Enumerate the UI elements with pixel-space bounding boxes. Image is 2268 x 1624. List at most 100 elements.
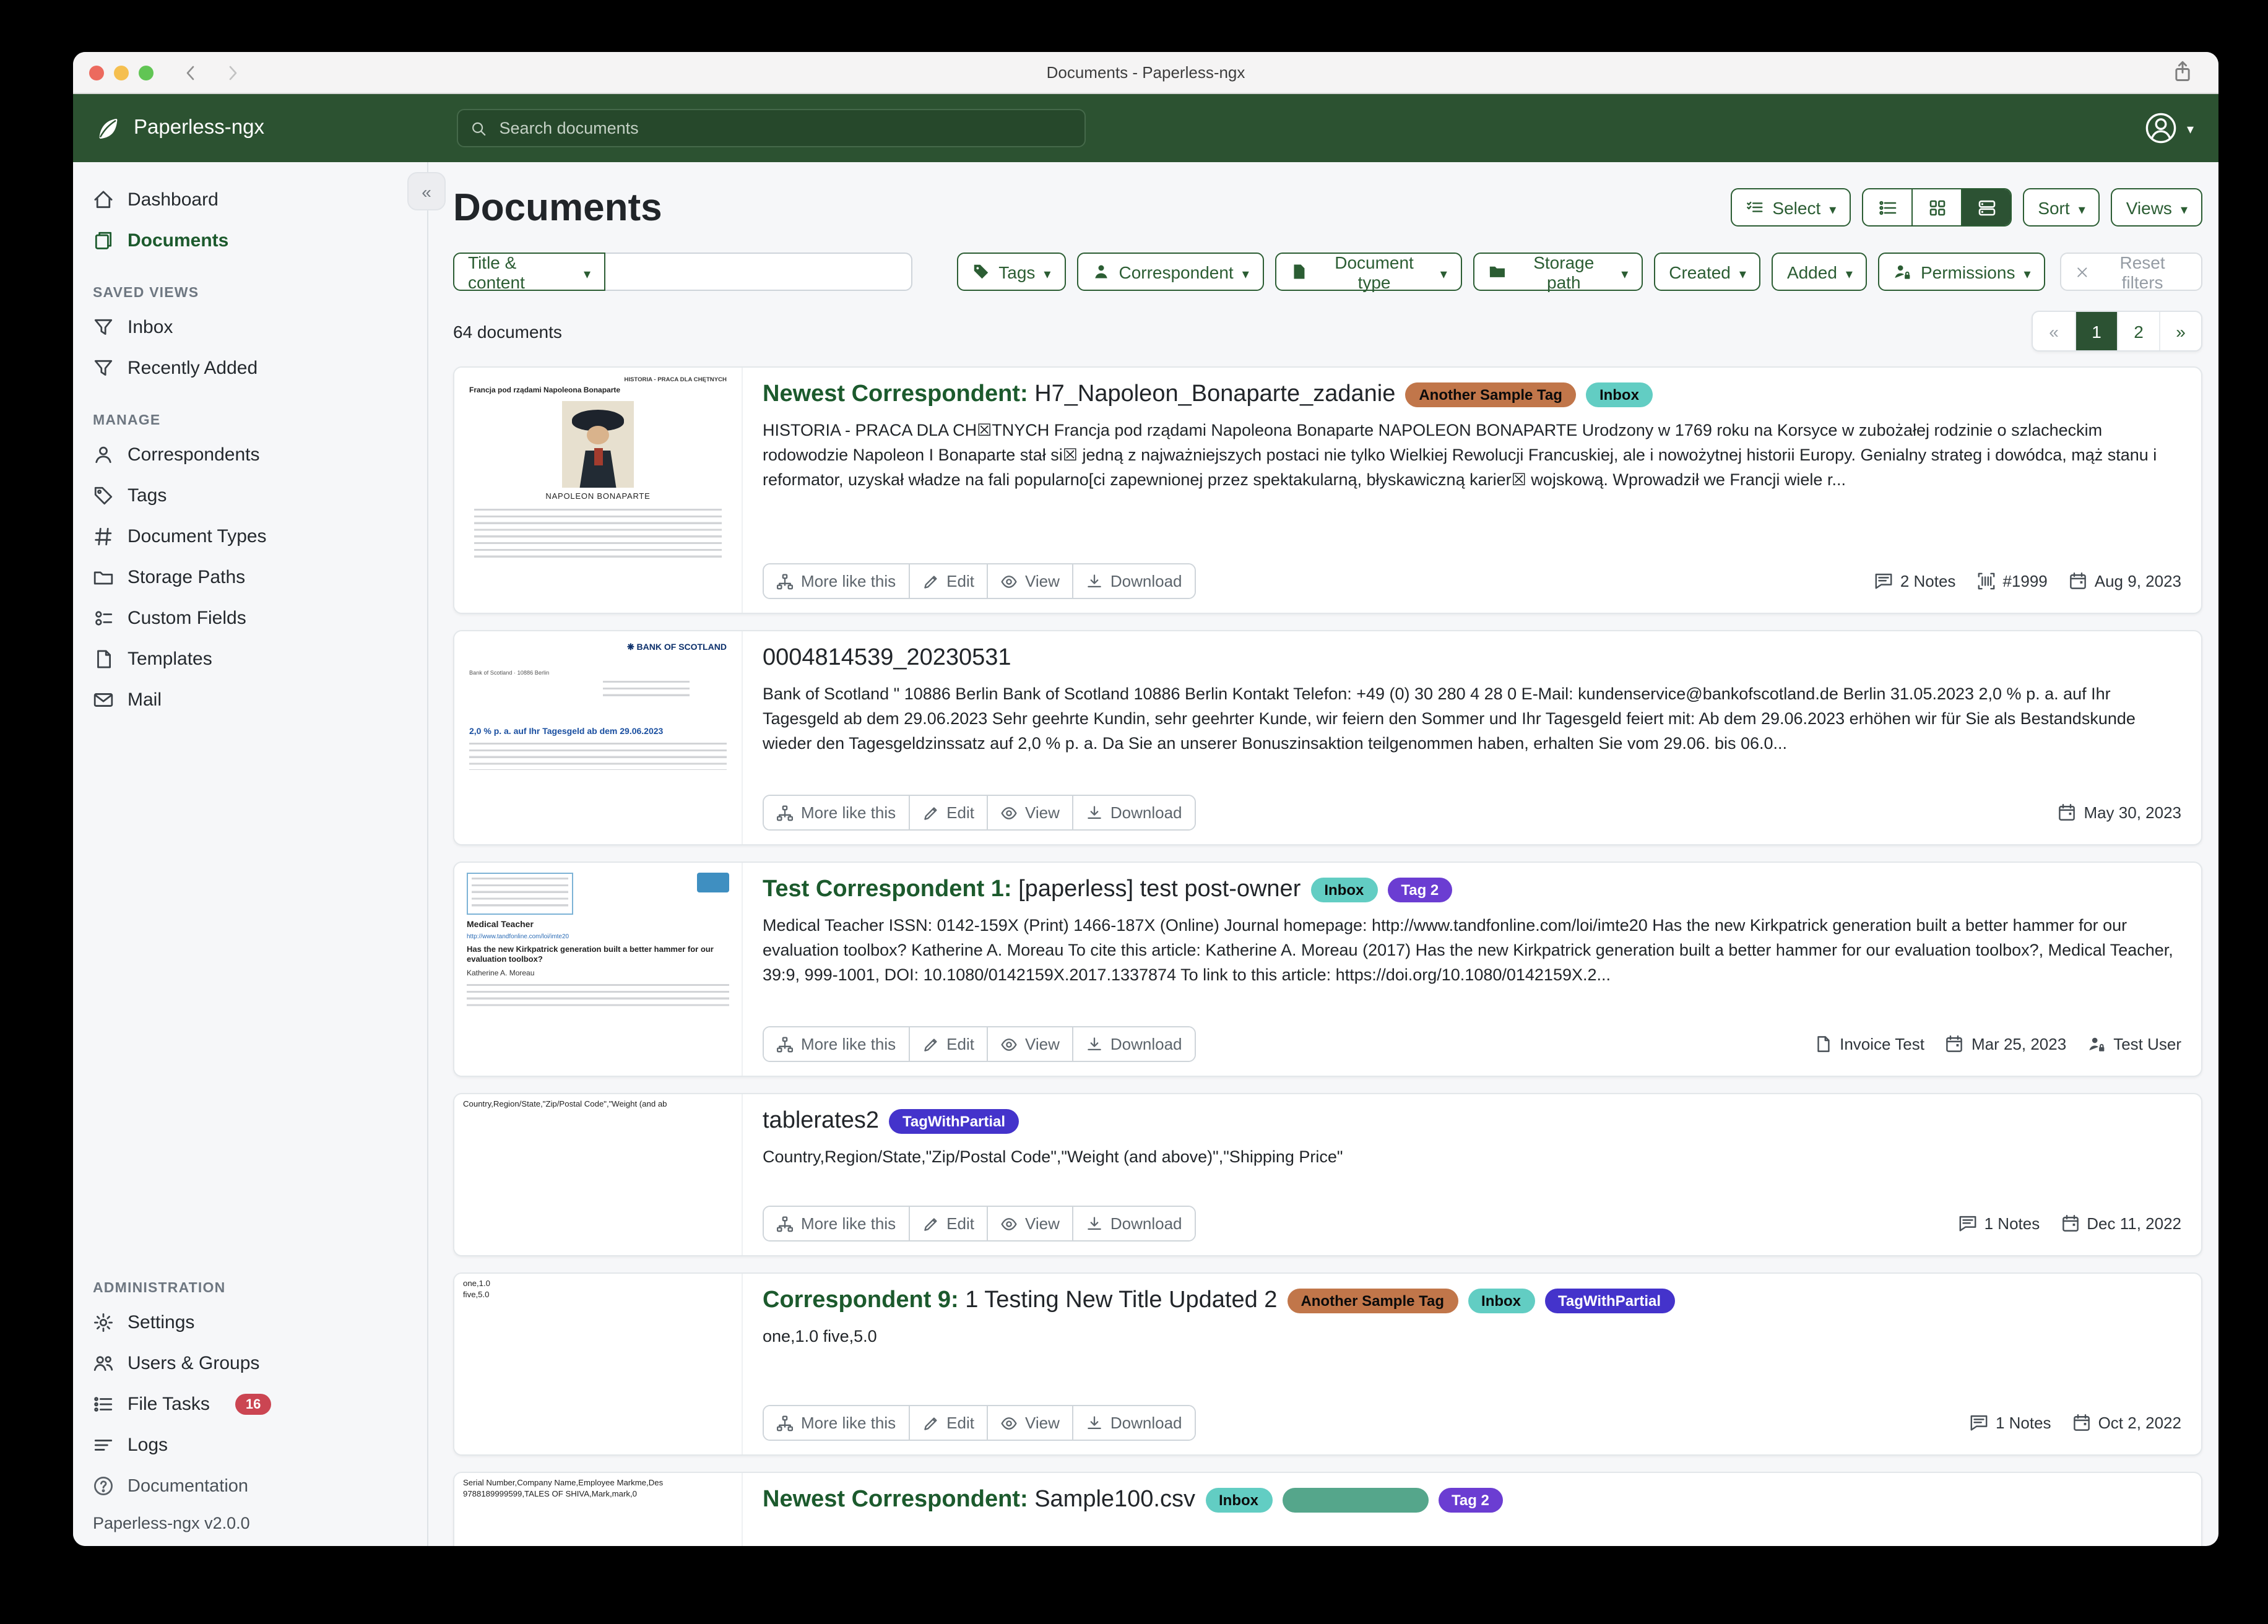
sidebar-item-custom-fields[interactable]: Custom Fields <box>73 598 427 639</box>
sidebar-item-templates[interactable]: Templates <box>73 639 427 680</box>
document-thumbnail[interactable]: ❋ BANK OF SCOTLAND Bank of Scotland · 10… <box>454 631 743 844</box>
sidebar-item-storage-paths[interactable]: Storage Paths <box>73 557 427 598</box>
chevron-down-icon <box>2187 117 2194 139</box>
filter-correspondent-button[interactable]: Correspondent <box>1076 253 1263 291</box>
document-thumbnail[interactable]: Medical Teacher http://www.tandfonline.c… <box>454 863 743 1076</box>
tag-pill[interactable]: TagWithPartial <box>889 1109 1019 1134</box>
page-1-button[interactable]: 1 <box>2075 312 2117 350</box>
notes-indicator[interactable]: 1 Notes <box>1970 1414 2051 1432</box>
sidebar-item-documents[interactable]: Documents <box>73 220 427 261</box>
download-button[interactable]: Download <box>1072 1406 1195 1440</box>
tag-pill[interactable]: Another Sample Tag <box>1287 1289 1458 1313</box>
filter-created-button[interactable]: Created <box>1654 253 1761 291</box>
document-thumbnail[interactable]: Country,Region/State,"Zip/Postal Code","… <box>454 1094 743 1255</box>
user-menu[interactable] <box>2145 111 2194 145</box>
date-indicator: Oct 2, 2022 <box>2072 1414 2181 1432</box>
diagram-icon <box>776 1414 794 1432</box>
filter-search-input[interactable] <box>605 253 912 291</box>
sidebar-item-file-tasks[interactable]: File Tasks 16 <box>73 1384 427 1425</box>
filter-added-button[interactable]: Added <box>1772 253 1868 291</box>
document-preview: Country,Region/State,"Zip/Postal Code","… <box>763 1145 2181 1170</box>
sidebar-item-document-types[interactable]: Document Types <box>73 516 427 557</box>
document-title-link[interactable]: Newest Correspondent: H7_Napoleon_Bonapa… <box>763 380 1395 410</box>
sidebar-item-correspondents[interactable]: Correspondents <box>73 434 427 475</box>
download-button[interactable]: Download <box>1072 564 1195 598</box>
global-search-input[interactable] <box>497 118 1072 139</box>
filter-permissions-button[interactable]: Permissions <box>1879 253 2046 291</box>
sidebar-item-settings[interactable]: Settings <box>73 1302 427 1343</box>
sidebar-item-recently-added[interactable]: Recently Added <box>73 348 427 389</box>
detail-view-button[interactable] <box>1961 189 2010 225</box>
edit-button[interactable]: Edit <box>908 564 987 598</box>
brand[interactable]: Paperless-ngx <box>73 114 428 142</box>
page-next-button[interactable]: » <box>2159 312 2201 350</box>
page-2-button[interactable]: 2 <box>2117 312 2159 350</box>
edit-button[interactable]: Edit <box>908 796 987 829</box>
sidebar-collapse-button[interactable]: « <box>407 172 446 210</box>
document-card: ❋ BANK OF SCOTLAND Bank of Scotland · 10… <box>453 630 2202 845</box>
document-title-link[interactable]: tablerates2 <box>763 1107 879 1136</box>
download-button[interactable]: Download <box>1072 1027 1195 1061</box>
notes-indicator[interactable]: 2 Notes <box>1874 572 1956 590</box>
filter-field-select[interactable]: Title & content <box>453 253 605 291</box>
more-like-this-button[interactable]: More like this <box>764 1027 908 1061</box>
filter-tags-button[interactable]: Tags <box>956 253 1065 291</box>
sidebar-item-documentation[interactable]: Documentation <box>73 1466 427 1506</box>
document-title-link[interactable]: Test Correspondent 1: [paperless] test p… <box>763 875 1301 905</box>
view-button[interactable]: View <box>987 796 1072 829</box>
download-button[interactable]: Download <box>1072 1207 1195 1240</box>
views-button[interactable]: Views <box>2111 188 2202 227</box>
sidebar-item-users-groups[interactable]: Users & Groups <box>73 1343 427 1384</box>
edit-button[interactable]: Edit <box>908 1207 987 1240</box>
grid-view-button[interactable] <box>1911 189 1961 225</box>
tag-pill[interactable]: TagWithPartial <box>1544 1289 1674 1313</box>
list-view-button[interactable] <box>1863 189 1911 225</box>
tag-pill[interactable]: Inbox <box>1205 1488 1272 1513</box>
document-thumbnail[interactable]: Serial Number,Company Name,Employee Mark… <box>454 1473 743 1546</box>
filter-storage-path-button[interactable]: Storage path <box>1473 253 1643 291</box>
view-button[interactable]: View <box>987 1207 1072 1240</box>
share-icon[interactable] <box>2171 61 2194 83</box>
sidebar-item-label: Recently Added <box>128 358 258 379</box>
sidebar-item-dashboard[interactable]: Dashboard <box>73 179 427 220</box>
tag-pill[interactable]: Inbox <box>1310 878 1377 902</box>
download-icon <box>1086 572 1103 590</box>
select-button[interactable]: Select <box>1730 188 1851 227</box>
document-title-link[interactable]: Newest Correspondent: Sample100.csv <box>763 1485 1195 1515</box>
sidebar-item-mail[interactable]: Mail <box>73 680 427 720</box>
question-circle-icon <box>93 1475 114 1497</box>
sidebar-item-tags[interactable]: Tags <box>73 475 427 516</box>
tag-pill[interactable]: Inbox <box>1586 382 1653 407</box>
tag-pill[interactable]: Tag 2 <box>1387 878 1452 902</box>
page-prev-button[interactable]: « <box>2033 312 2075 350</box>
gear-icon <box>93 1312 114 1333</box>
tag-pill[interactable]: Another Sample Tag <box>1405 382 1576 407</box>
edit-button[interactable]: Edit <box>908 1406 987 1440</box>
view-button[interactable]: View <box>987 1027 1072 1061</box>
diagram-icon <box>776 1215 794 1232</box>
more-like-this-button[interactable]: More like this <box>764 564 908 598</box>
document-title-link[interactable]: Correspondent 9: 1 Testing New Title Upd… <box>763 1286 1277 1316</box>
more-like-this-button[interactable]: More like this <box>764 1406 908 1440</box>
edit-button[interactable]: Edit <box>908 1027 987 1061</box>
notes-indicator[interactable]: 1 Notes <box>1959 1214 2040 1233</box>
tag-pill[interactable]: Tag 2 <box>1438 1488 1503 1513</box>
document-list: HISTORIA - PRACA DLA CHĘTNYCH Francja po… <box>453 366 2202 1546</box>
sidebar-item-inbox[interactable]: Inbox <box>73 307 427 348</box>
more-like-this-button[interactable]: More like this <box>764 796 908 829</box>
view-button[interactable]: View <box>987 1406 1072 1440</box>
document-thumbnail[interactable]: one,1.0five,5.0 <box>454 1274 743 1454</box>
tag-pill[interactable] <box>1282 1488 1428 1513</box>
download-button[interactable]: Download <box>1072 796 1195 829</box>
view-button[interactable]: View <box>987 564 1072 598</box>
sidebar-item-logs[interactable]: Logs <box>73 1425 427 1466</box>
tag-pill[interactable]: Inbox <box>1468 1289 1534 1313</box>
global-search[interactable] <box>457 109 1086 147</box>
filter-document-type-button[interactable]: Document type <box>1275 253 1462 291</box>
more-like-this-button[interactable]: More like this <box>764 1207 908 1240</box>
sort-button[interactable]: Sort <box>2023 188 2100 227</box>
document-thumbnail[interactable]: HISTORIA - PRACA DLA CHĘTNYCH Francja po… <box>454 368 743 613</box>
app-header: Paperless-ngx <box>73 94 2218 162</box>
document-title-link[interactable]: 0004814539_20230531 <box>763 644 1011 673</box>
reset-filters-button[interactable]: Reset filters <box>2061 253 2202 291</box>
